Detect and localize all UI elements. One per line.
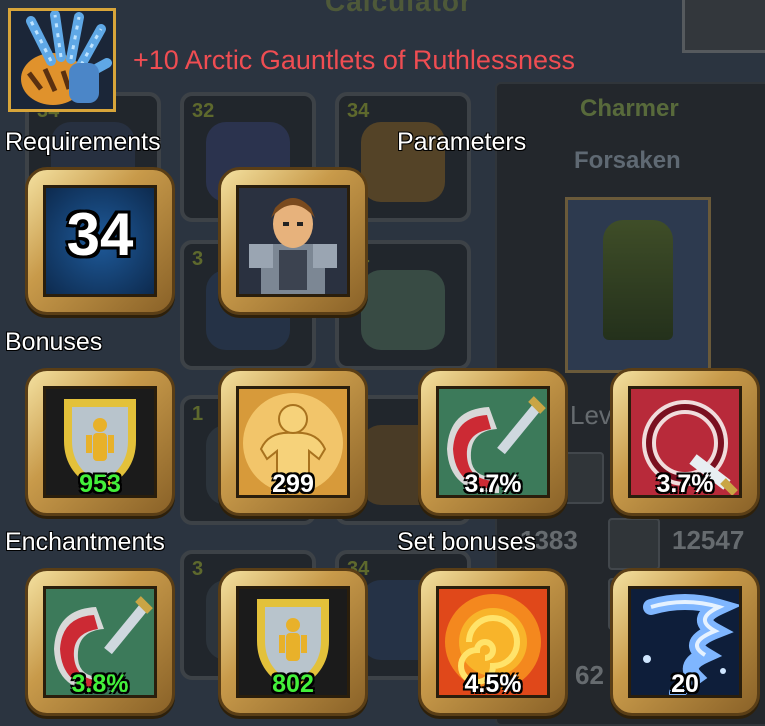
character-portrait (565, 197, 711, 373)
set-bonus-value: 4.5% (464, 670, 522, 698)
character-race: Forsaken (574, 147, 681, 174)
set-bonus-value: 20 (671, 670, 699, 698)
enchantment-slot-armor[interactable]: 802 (218, 568, 368, 716)
set-bonus-slot-ice[interactable]: 20 (610, 568, 760, 716)
enchantment-value: 802 (272, 670, 314, 698)
requirements-label: Requirements (5, 128, 161, 156)
bonus-value: 3.7% (464, 470, 522, 498)
bonus-slot-strength[interactable]: 299 (218, 368, 368, 516)
bonuses-label: Bonuses (5, 328, 103, 356)
bonus-slot-crit-damage[interactable]: 3.7% (610, 368, 760, 516)
bonus-value: 299 (272, 470, 314, 498)
stat-value-right: 12547 (672, 525, 745, 555)
item-name: +10 Arctic Gauntlets of Ruthlessness (133, 45, 575, 75)
set-bonuses-label: Set bonuses (397, 528, 536, 556)
calculator-title: Calculator (325, 0, 472, 17)
stat-person-icon (608, 518, 660, 570)
set-bonus-slot-fire[interactable]: 4.5% (418, 568, 568, 716)
required-level-value: 34 (66, 201, 134, 268)
stat-value-bottom: 62 (575, 660, 604, 690)
bonus-slot-armor[interactable]: 953 (25, 368, 175, 516)
top-right-item-slot[interactable] (682, 0, 765, 53)
bonus-value: 3.7% (656, 470, 714, 498)
arctic-gauntlet-icon (8, 8, 116, 112)
character-class: Charmer (580, 95, 679, 122)
parameters-label: Parameters (397, 128, 527, 156)
required-class-slot[interactable] (218, 167, 368, 315)
enchantment-slot-crit-chance[interactable]: 3.8% (25, 568, 175, 716)
level-label: Lev (570, 400, 612, 430)
enchantments-label: Enchantments (5, 528, 165, 556)
enchantment-value: 3.8% (71, 670, 129, 698)
paladin-portrait-icon (236, 185, 350, 297)
required-level-slot[interactable]: 34 (25, 167, 175, 315)
bonus-value: 953 (79, 470, 121, 498)
bonus-slot-crit-chance[interactable]: 3.7% (418, 368, 568, 516)
